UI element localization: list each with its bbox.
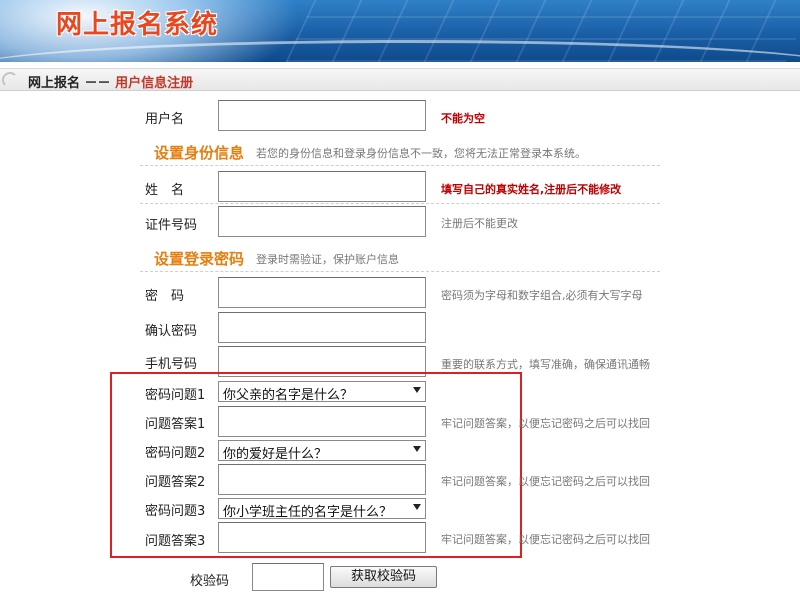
username-hint: 不能为空 xyxy=(441,112,485,125)
name-input[interactable] xyxy=(218,171,426,202)
username-input[interactable] xyxy=(218,100,426,131)
id-number-hint: 注册后不能更改 xyxy=(441,217,518,230)
answer3-input[interactable] xyxy=(218,522,426,553)
question2-select[interactable]: 你的爱好是什么？ xyxy=(218,440,426,461)
username-label: 用户名 xyxy=(145,112,185,127)
password-section-title: 设置登录密码 xyxy=(154,250,245,268)
question1-value: 你父亲的名字是什么？ xyxy=(223,388,354,402)
question3-value: 你小学班主任的名字是什么？ xyxy=(223,505,393,519)
captcha-label: 校验码 xyxy=(190,574,230,589)
get-captcha-button[interactable]: 获取校验码 xyxy=(330,566,437,588)
answer1-label: 问题答案1 xyxy=(145,417,206,432)
phone-label: 手机号码 xyxy=(145,357,198,372)
site-title: 网上报名系统 xyxy=(56,10,219,40)
id-number-label: 证件号码 xyxy=(145,218,198,233)
breadcrumb-current: 用户信息注册 xyxy=(115,76,194,91)
password-hint: 密码须为字母和数字组合,必须有大写字母 xyxy=(441,289,643,302)
identity-section-desc: 若您的身份信息和登录身份信息不一致，您将无法正常登录本系统。 xyxy=(256,147,586,160)
password-input[interactable] xyxy=(218,277,426,308)
breadcrumb-home[interactable]: 网上报名 xyxy=(28,76,80,91)
chevron-down-icon xyxy=(413,387,421,393)
breadcrumb-bar: 网上报名 －－ 用户信息注册 xyxy=(0,68,800,91)
answer1-input[interactable] xyxy=(218,406,426,437)
question1-select[interactable]: 你父亲的名字是什么？ xyxy=(218,381,426,402)
question1-label: 密码问题1 xyxy=(145,388,206,403)
confirm-password-label: 确认密码 xyxy=(145,324,198,339)
password-section-desc: 登录时需验证，保护账户信息 xyxy=(256,253,399,266)
id-number-input[interactable] xyxy=(218,206,426,237)
question2-label: 密码问题2 xyxy=(145,446,206,461)
question2-value: 你的爱好是什么？ xyxy=(223,447,328,461)
name-hint: 填写自己的真实姓名,注册后不能修改 xyxy=(441,183,622,196)
row-divider xyxy=(140,203,660,204)
phone-hint: 重要的联系方式，填写准确，确保通讯通畅 xyxy=(441,358,650,371)
answer1-hint: 牢记问题答案，以便忘记密码之后可以找回 xyxy=(441,417,650,430)
section-divider xyxy=(140,271,660,272)
identity-section-title: 设置身份信息 xyxy=(154,144,245,162)
question3-select[interactable]: 你小学班主任的名字是什么？ xyxy=(218,498,426,519)
captcha-input[interactable] xyxy=(252,563,324,591)
signal-arc-icon xyxy=(2,72,18,88)
breadcrumb-separator: －－ xyxy=(84,76,111,91)
section-divider xyxy=(140,165,660,166)
password-label: 密 码 xyxy=(145,289,185,304)
header-banner: 网上报名系统 xyxy=(0,0,800,62)
chevron-down-icon xyxy=(413,446,421,452)
question3-label: 密码问题3 xyxy=(145,504,206,519)
confirm-password-input[interactable] xyxy=(218,312,426,343)
chevron-down-icon xyxy=(413,504,421,510)
answer3-label: 问题答案3 xyxy=(145,534,206,549)
name-label: 姓 名 xyxy=(145,183,185,198)
answer2-input[interactable] xyxy=(218,464,426,495)
breadcrumb: 网上报名 －－ 用户信息注册 xyxy=(28,72,193,91)
answer2-hint: 牢记问题答案，以便忘记密码之后可以找回 xyxy=(441,475,650,488)
answer2-label: 问题答案2 xyxy=(145,475,206,490)
answer3-hint: 牢记问题答案，以便忘记密码之后可以找回 xyxy=(441,533,650,546)
